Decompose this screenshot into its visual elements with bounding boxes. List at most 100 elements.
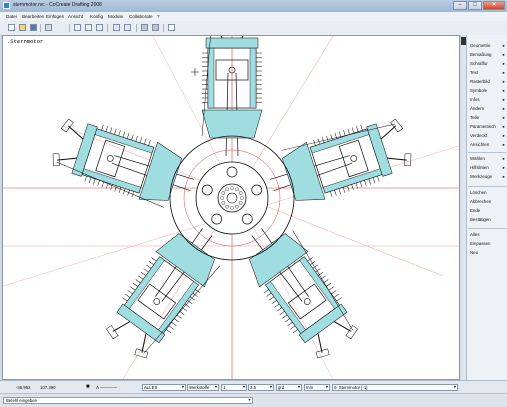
- command-panel: Geometrie ▸ Bemaßung ▸ Schraffur ▸ Text ▸ Ra…: [466, 35, 507, 380]
- grid-icon[interactable]: [152, 24, 159, 31]
- cooling-fin: [266, 292, 272, 297]
- angle-unit-select[interactable]: grd ▼: [276, 384, 302, 391]
- cooling-fin: [176, 314, 182, 319]
- panel-item-end[interactable]: Ende: [470, 208, 506, 213]
- menu-bearbeiten[interactable]: Bearbeiten: [22, 14, 44, 19]
- scale-select[interactable]: 1 ▼: [221, 384, 247, 391]
- cooling-fin: [276, 307, 283, 312]
- panel-label: Bemaßung: [470, 52, 492, 57]
- redo-icon[interactable]: [124, 24, 131, 31]
- panel-item-raster[interactable]: Rasterbild ▸: [470, 79, 506, 84]
- cut-icon[interactable]: [74, 24, 81, 31]
- cylinder-wall: [249, 47, 257, 109]
- save-icon[interactable]: [30, 24, 37, 31]
- copy-icon[interactable]: [85, 24, 92, 31]
- panel-label: Abbrechen: [470, 199, 492, 204]
- panel-item-views[interactable]: Ansichten ▸: [470, 142, 506, 147]
- panel-item-symbols[interactable]: Symbole ▸: [470, 88, 506, 93]
- panel-item-delete[interactable]: Löschen: [470, 190, 506, 195]
- panel-item-all[interactable]: Alles: [470, 232, 506, 237]
- panel-item-construction-lines[interactable]: Hilfslinien ▸: [470, 165, 506, 170]
- panel-item-parametric[interactable]: Parametrisch ▸: [470, 124, 506, 129]
- panel-label: Symbole: [470, 88, 488, 93]
- cooling-fin: [334, 189, 337, 196]
- panel-item-hidden[interactable]: Verdeckt ▸: [470, 133, 506, 138]
- panel-item-parts[interactable]: Teile ▸: [470, 115, 506, 120]
- cooling-fin: [321, 137, 325, 143]
- panel-item-new[interactable]: Neu: [470, 250, 506, 255]
- cooling-fin: [351, 127, 355, 134]
- menu-module[interactable]: Module: [108, 14, 123, 19]
- cylinder-5: [52, 118, 195, 208]
- panel-item-dimension[interactable]: Bemaßung ▸: [470, 52, 506, 57]
- new-icon[interactable]: [8, 24, 15, 31]
- cooling-fin: [143, 268, 149, 273]
- panel-item-fit[interactable]: Einpassen: [470, 241, 506, 246]
- cooling-fin: [101, 181, 105, 188]
- menu-datei[interactable]: Datei: [6, 14, 17, 19]
- paste-icon[interactable]: [96, 24, 103, 31]
- cooling-fin: [166, 329, 172, 334]
- menu-help[interactable]: ?: [157, 14, 160, 19]
- panel-label: Löschen: [470, 190, 487, 195]
- toolbar-separator: [136, 24, 137, 32]
- toolbar-separator: [163, 24, 164, 32]
- cooling-fin: [105, 125, 108, 132]
- cooling-fin: [356, 125, 359, 132]
- cylinder-wall: [299, 256, 340, 310]
- chevron-down-icon: ▼: [297, 385, 301, 389]
- menu-ansicht[interactable]: Ansicht: [68, 14, 83, 19]
- coord-x: -35.952: [16, 385, 31, 390]
- panel-label: Verdeckt: [470, 133, 488, 138]
- panel-item-info[interactable]: Infos ▸: [470, 97, 506, 102]
- panel-item-tools[interactable]: Werkzeuge ▸: [470, 174, 506, 179]
- panel-item-geometry[interactable]: Geometrie ▸: [470, 43, 506, 48]
- cooling-fin: [139, 137, 143, 143]
- menu-einfuegen[interactable]: Einfügen: [46, 14, 64, 19]
- active-part-select[interactable]: 0: Sternmotor [-1] ▼: [332, 384, 458, 391]
- panel-item-confirm[interactable]: Bestätigen: [470, 217, 506, 222]
- panel-separator: [468, 186, 506, 187]
- length-unit-select[interactable]: mm ▼: [304, 384, 330, 391]
- panel-label: Parametrisch: [470, 124, 496, 129]
- radial-engine-drawing[interactable]: [3, 36, 459, 379]
- layout-icon[interactable]: [141, 24, 148, 31]
- cylinder-wall: [124, 256, 165, 310]
- panel-label: Hilfslinien: [470, 165, 489, 170]
- cylinder-wall: [81, 168, 142, 194]
- arrow-right-icon: ▸: [502, 43, 505, 48]
- menu-collaborate[interactable]: Collaborate: [129, 14, 153, 19]
- panel-item-hatch[interactable]: Schraffur ▸: [470, 61, 506, 66]
- drawing-canvas[interactable]: .Sternmotor: [2, 35, 460, 380]
- size-select[interactable]: 3.5 ▼: [248, 384, 274, 391]
- minimize-button[interactable]: –: [453, 1, 467, 10]
- panel-item-cancel[interactable]: Abbrechen: [470, 199, 506, 204]
- scale-value: 1: [223, 385, 226, 390]
- command-input[interactable]: Befehl eingeben ▼: [3, 397, 253, 404]
- open-icon[interactable]: [19, 24, 26, 31]
- cooling-fin: [330, 134, 333, 141]
- chevron-down-icon: ▼: [269, 385, 273, 389]
- cooling-fin: [118, 130, 121, 137]
- print-icon[interactable]: [45, 24, 52, 31]
- panel-item-select[interactable]: Wählen ▸: [470, 156, 506, 161]
- menu-konfig[interactable]: Konfig: [90, 14, 103, 19]
- cooling-fin: [279, 311, 285, 315]
- pen-select[interactable]: Werkstoffe ▼: [187, 384, 219, 391]
- undo-icon[interactable]: [113, 24, 120, 31]
- linestyle-selector[interactable]: Λ ————: [96, 384, 117, 391]
- maximize-button[interactable]: □: [468, 1, 482, 10]
- close-button[interactable]: ✕: [483, 1, 505, 10]
- panel-item-text[interactable]: Text ▸: [470, 70, 506, 75]
- cooling-fin: [325, 282, 332, 287]
- valve-stem: [380, 125, 397, 140]
- panel-label: Teile: [470, 115, 480, 120]
- zoom-icon[interactable]: [168, 24, 175, 31]
- cooling-fin: [328, 286, 334, 291]
- color-swatch[interactable]: ■: [86, 384, 90, 391]
- filter-select[interactable]: ALLES ▼: [142, 384, 186, 391]
- crankcase-sector: [249, 233, 309, 288]
- panel-item-modify[interactable]: Ändern ▸: [470, 106, 506, 111]
- cooling-fin: [274, 303, 280, 308]
- cooling-fin: [359, 181, 363, 188]
